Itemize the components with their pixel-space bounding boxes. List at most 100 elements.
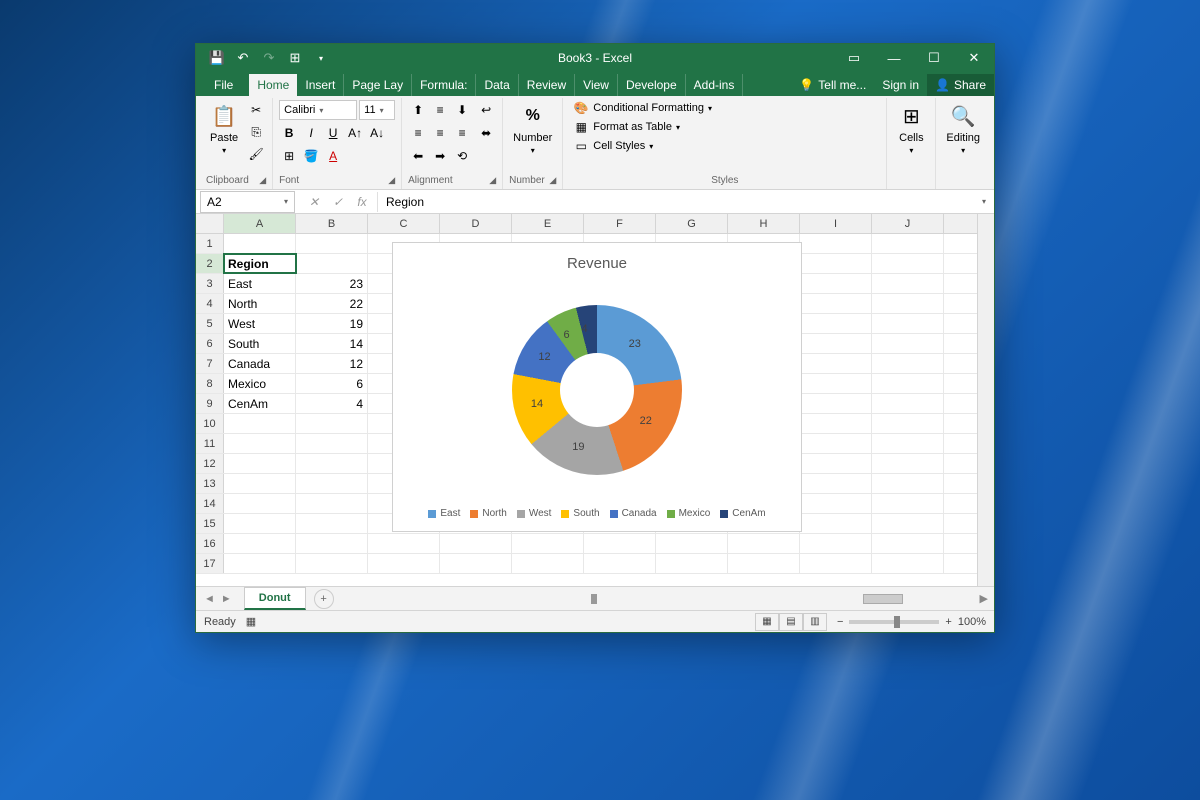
tab-insert[interactable]: Insert — [297, 74, 344, 96]
cell-I16[interactable] — [800, 534, 872, 553]
align-top-icon[interactable]: ⬆ — [408, 100, 428, 120]
cell-I15[interactable] — [800, 514, 872, 533]
dialog-launcher-icon[interactable]: ◢ — [388, 175, 395, 186]
name-box[interactable]: A2▾ — [200, 191, 295, 213]
cell-B11[interactable] — [296, 434, 368, 453]
column-header-J[interactable]: J — [872, 214, 944, 233]
cancel-formula-icon[interactable]: ✕ — [303, 192, 325, 212]
save-icon[interactable]: 💾 — [206, 47, 228, 69]
wrap-text-icon[interactable]: ↩ — [476, 100, 496, 120]
cell-J9[interactable] — [872, 394, 944, 413]
grow-font-icon[interactable]: A↑ — [345, 123, 365, 143]
cell-D16[interactable] — [440, 534, 512, 553]
maximize-button[interactable]: ☐ — [914, 44, 954, 72]
cell-F17[interactable] — [584, 554, 656, 573]
cell-I7[interactable] — [800, 354, 872, 373]
align-right-icon[interactable]: ≡ — [452, 123, 472, 143]
cell-J1[interactable] — [872, 234, 944, 253]
column-header-B[interactable]: B — [296, 214, 368, 233]
cell-E16[interactable] — [512, 534, 584, 553]
cell-J12[interactable] — [872, 454, 944, 473]
page-break-view-icon[interactable]: ▥ — [803, 613, 827, 631]
row-header-17[interactable]: 17 — [196, 554, 224, 573]
cell-A15[interactable] — [224, 514, 296, 533]
column-header-I[interactable]: I — [800, 214, 872, 233]
decrease-indent-icon[interactable]: ⬅ — [408, 146, 428, 166]
tab-developer[interactable]: Develope — [618, 74, 686, 96]
row-header-10[interactable]: 10 — [196, 414, 224, 433]
fill-color-icon[interactable]: 🪣 — [301, 146, 321, 166]
normal-view-icon[interactable]: ▦ — [755, 613, 779, 631]
dialog-launcher-icon[interactable]: ◢ — [489, 175, 496, 186]
cell-styles-button[interactable]: ▭Cell Styles▾ — [569, 138, 657, 154]
cell-B5[interactable]: 19 — [296, 314, 368, 333]
cell-G16[interactable] — [656, 534, 728, 553]
column-header-C[interactable]: C — [368, 214, 440, 233]
format-as-table-button[interactable]: ▦Format as Table▾ — [569, 119, 684, 135]
cell-E17[interactable] — [512, 554, 584, 573]
column-header-E[interactable]: E — [512, 214, 584, 233]
borders-icon[interactable]: ⊞ — [279, 146, 299, 166]
cell-J3[interactable] — [872, 274, 944, 293]
cell-I12[interactable] — [800, 454, 872, 473]
sheet-tab-donut[interactable]: Donut — [244, 587, 306, 610]
cell-A2[interactable]: Region — [224, 254, 296, 273]
column-header-A[interactable]: A — [224, 214, 296, 233]
row-header-13[interactable]: 13 — [196, 474, 224, 493]
ribbon-display-icon[interactable]: ▭ — [834, 44, 874, 72]
vertical-scrollbar[interactable] — [977, 214, 994, 586]
cell-A8[interactable]: Mexico — [224, 374, 296, 393]
cell-B6[interactable]: 14 — [296, 334, 368, 353]
align-left-icon[interactable]: ≡ — [408, 123, 428, 143]
cell-A17[interactable] — [224, 554, 296, 573]
cell-B15[interactable] — [296, 514, 368, 533]
cell-B12[interactable] — [296, 454, 368, 473]
cell-B17[interactable] — [296, 554, 368, 573]
enter-formula-icon[interactable]: ✓ — [327, 192, 349, 212]
formula-input[interactable]: Region▾ — [378, 195, 994, 209]
fx-icon[interactable]: fx — [351, 192, 373, 212]
row-header-5[interactable]: 5 — [196, 314, 224, 333]
cell-A4[interactable]: North — [224, 294, 296, 313]
select-all-corner[interactable] — [196, 214, 224, 233]
macro-record-icon[interactable]: ▦ — [246, 615, 256, 628]
cell-A9[interactable]: CenAm — [224, 394, 296, 413]
editing-button[interactable]: 🔍 Editing ▾ — [942, 100, 984, 157]
cell-I14[interactable] — [800, 494, 872, 513]
undo-icon[interactable]: ↶ — [232, 47, 254, 69]
cell-A12[interactable] — [224, 454, 296, 473]
cell-J11[interactable] — [872, 434, 944, 453]
column-header-F[interactable]: F — [584, 214, 656, 233]
cell-G17[interactable] — [656, 554, 728, 573]
cell-I10[interactable] — [800, 414, 872, 433]
shrink-font-icon[interactable]: A↓ — [367, 123, 387, 143]
tell-me-search[interactable]: 💡Tell me... — [791, 74, 874, 96]
cell-I6[interactable] — [800, 334, 872, 353]
cell-I3[interactable] — [800, 274, 872, 293]
cell-C17[interactable] — [368, 554, 440, 573]
cell-A14[interactable] — [224, 494, 296, 513]
font-name-combo[interactable]: Calibri▾ — [279, 100, 357, 120]
row-header-12[interactable]: 12 — [196, 454, 224, 473]
cell-B8[interactable]: 6 — [296, 374, 368, 393]
row-header-3[interactable]: 3 — [196, 274, 224, 293]
row-header-4[interactable]: 4 — [196, 294, 224, 313]
redo-icon[interactable]: ↷ — [258, 47, 280, 69]
cell-C16[interactable] — [368, 534, 440, 553]
cell-A6[interactable]: South — [224, 334, 296, 353]
page-layout-view-icon[interactable]: ▤ — [779, 613, 803, 631]
zoom-slider[interactable] — [849, 620, 939, 624]
copy-icon[interactable]: ⎘ — [246, 122, 266, 142]
cell-A13[interactable] — [224, 474, 296, 493]
column-header-G[interactable]: G — [656, 214, 728, 233]
cell-I2[interactable] — [800, 254, 872, 273]
sheet-nav[interactable]: ◄► — [196, 593, 240, 605]
align-bottom-icon[interactable]: ⬇ — [452, 100, 472, 120]
row-header-6[interactable]: 6 — [196, 334, 224, 353]
cell-A7[interactable]: Canada — [224, 354, 296, 373]
row-header-11[interactable]: 11 — [196, 434, 224, 453]
cell-B7[interactable]: 12 — [296, 354, 368, 373]
zoom-in-button[interactable]: + — [945, 616, 951, 628]
orientation-icon[interactable]: ⟲ — [452, 146, 472, 166]
cell-B9[interactable]: 4 — [296, 394, 368, 413]
